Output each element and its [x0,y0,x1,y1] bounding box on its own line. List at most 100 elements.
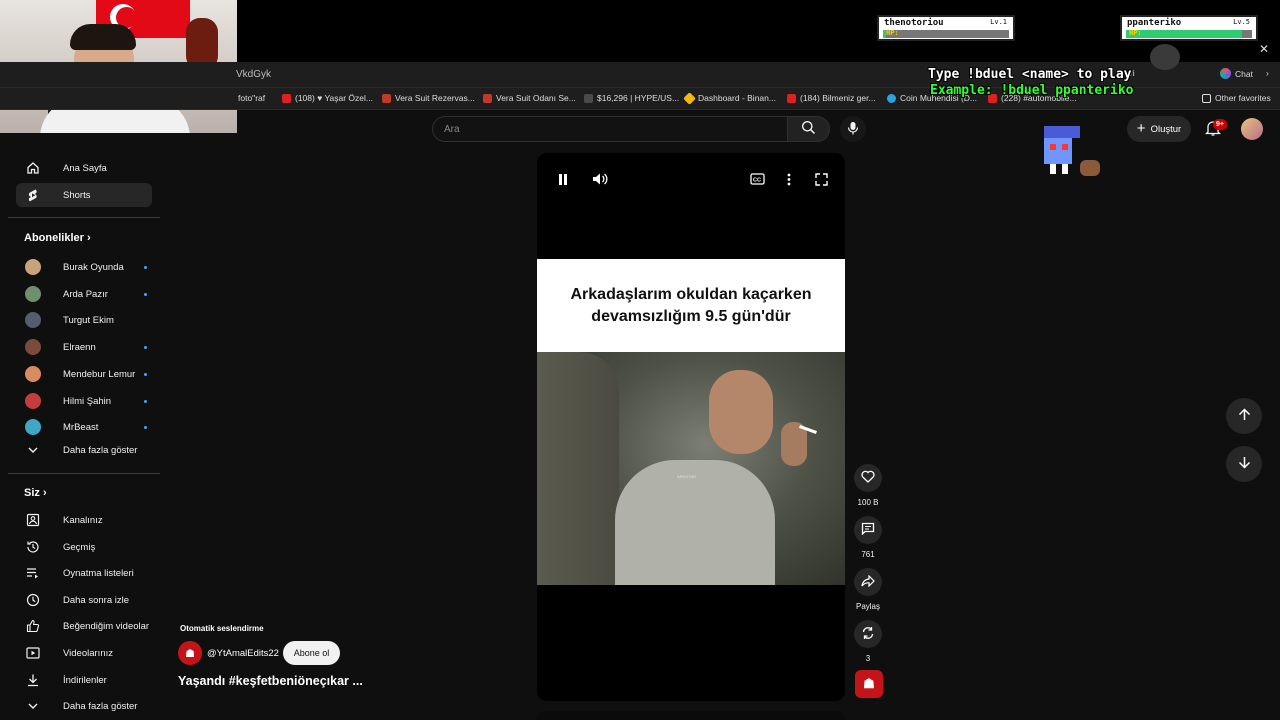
duel-sprite-icon [1150,44,1180,70]
sidebar-subscription-item[interactable]: MrBeast [16,415,152,439]
dust-sprite [1080,160,1100,176]
bookmark-item[interactable]: $16,296 | HYPE/US... [584,93,679,103]
sidebar-you-item[interactable]: Kanalınız [16,508,152,532]
subscribe-button[interactable]: Abone ol [283,641,340,665]
channel-avatar[interactable]: ☗ [178,641,202,665]
ob-icon [483,93,492,103]
share-icon [861,574,875,590]
duel-hp-player2: ppanteriko Lv.5 HP: [1120,15,1258,41]
next-short-button[interactable] [1226,446,1262,482]
folder-icon [1202,93,1211,103]
next-short-preview[interactable] [537,711,845,720]
share-label: Paylaş [855,602,880,611]
pause-icon[interactable] [555,171,571,187]
subscriptions-header[interactable]: Abonelikler › [24,232,91,244]
copilot-icon [1220,68,1231,79]
channel-icon [26,513,40,527]
auto-dub-label: Otomatik seslendirme [180,624,264,633]
you-header[interactable]: Siz › [24,487,47,499]
videos-icon [26,646,40,660]
sidebar-you-item[interactable]: İndirilenler [16,668,152,692]
playlists-icon [26,566,40,580]
video-caption-overlay: Arkadaşlarım okuldan kaçarken devamsızlı… [537,259,845,352]
svg-text:CC: CC [753,178,761,184]
watch-later-icon [26,593,40,607]
sidebar-item-shorts[interactable]: Shorts [16,183,152,207]
account-avatar[interactable] [1241,118,1263,140]
bookmark-item[interactable]: (184) Bilmeniz ger... [787,93,876,103]
sidebar-subscription-item[interactable]: Burak Oyunda [16,255,152,279]
sidebar-subscription-item[interactable]: Turgut Ekim [16,308,152,332]
channel-avatar [25,393,41,409]
duel-hp-player1: thenotoriou Lv.1 HP: [877,15,1015,41]
more-options-icon[interactable] [781,171,797,187]
sidebar-subscription-item[interactable]: Elraenn [16,335,152,359]
channel-name[interactable]: @YtAmalEdits22 [207,648,279,659]
sidebar-you-item[interactable]: Videolarınız [16,641,152,665]
comment-icon [861,522,875,538]
sidebar-you-item[interactable]: Oynatma listeleri [16,561,152,585]
sidebar-you-item[interactable]: Daha sonra izle [16,588,152,612]
bookmark-item[interactable]: Vera Suit Rezervas... [382,93,475,103]
short-title[interactable]: Yaşandı #keşfetbeniöneçıkar ... [178,674,363,688]
search-input[interactable]: Ara [432,116,788,142]
plus-icon: + [1136,120,1146,137]
binance-icon [683,91,696,105]
subscriptions-show-more[interactable]: Daha fazla göster [16,438,152,462]
ob-icon [382,93,391,103]
sidebar-you-item[interactable]: Geçmiş [16,535,152,559]
like-button[interactable] [854,464,882,492]
sidebar-subscription-item[interactable]: Arda Pazır [16,282,152,306]
youtube-icon [787,93,796,103]
bookmark-item[interactable]: (108) ♥ Yaşar Özel... [282,93,373,103]
sidebar-you-item[interactable]: Beğendiğim videolar [16,614,152,638]
channel-logo-icon: ☗ [863,676,875,691]
sound-thumbnail[interactable]: ☗ [855,670,883,698]
new-content-dot [144,266,147,269]
other-favorites[interactable]: Other favorites [1202,93,1271,103]
channel-logo-icon: ☗ [185,647,195,660]
microphone-icon [847,121,859,138]
copilot-chat[interactable]: Chat [1220,68,1253,79]
video-frame: ARKOTAR [537,352,845,585]
chevron-down-icon [26,443,40,457]
heart-icon [861,470,875,486]
sidebar-subscription-item[interactable]: Mendebur Lemur [16,362,152,386]
share-button[interactable] [854,568,882,596]
shorts-player[interactable]: CC Arkadaşlarım okuldan kaçarken devamsı… [537,153,845,701]
new-content-dot [144,373,147,376]
telegram-icon [887,93,896,103]
like-count: 100 B [857,498,879,507]
previous-short-button[interactable] [1226,398,1262,434]
channel-avatar [25,419,41,435]
new-content-dot [144,400,147,403]
bookmark-item[interactable]: Vera Suit Odanı Se... [483,93,576,103]
captions-icon[interactable]: CC [749,171,765,187]
shorts-icon [26,188,40,202]
remix-button[interactable] [854,620,882,648]
close-icon[interactable]: ✕ [1259,42,1269,56]
arrow-down-icon [1238,456,1251,472]
new-content-dot [144,293,147,296]
voice-search-button[interactable] [840,116,866,142]
new-content-dot [144,346,147,349]
fullscreen-icon[interactable] [813,171,829,187]
sidebar-item-home[interactable]: Ana Sayfa [16,156,152,180]
bookmark-item[interactable]: Dashboard - Binan... [683,91,776,105]
sidebar-subscription-item[interactable]: Hilmi Şahin [16,389,152,413]
chevron-right-icon: › [86,232,91,244]
duel-instruction: Type !bduel <name> to play [928,67,1132,82]
download-icon [26,673,40,687]
comments-button[interactable] [854,516,882,544]
chevron-right-icon[interactable]: › [1266,68,1269,78]
you-show-more[interactable]: Daha fazla göster [16,694,152,718]
bookmark-item[interactable]: foto"raf [238,93,265,103]
bell-icon [1204,121,1222,140]
duel-character-sprite [1040,126,1084,176]
create-button[interactable]: + Oluştur [1127,116,1191,142]
video-watermark: ARKOTAR [677,474,697,479]
volume-icon[interactable] [592,171,608,187]
sidebar: Ana Sayfa Shorts Abonelikler › Burak Oyu… [8,133,160,720]
hype-icon [584,93,593,103]
search-button[interactable] [788,116,830,142]
